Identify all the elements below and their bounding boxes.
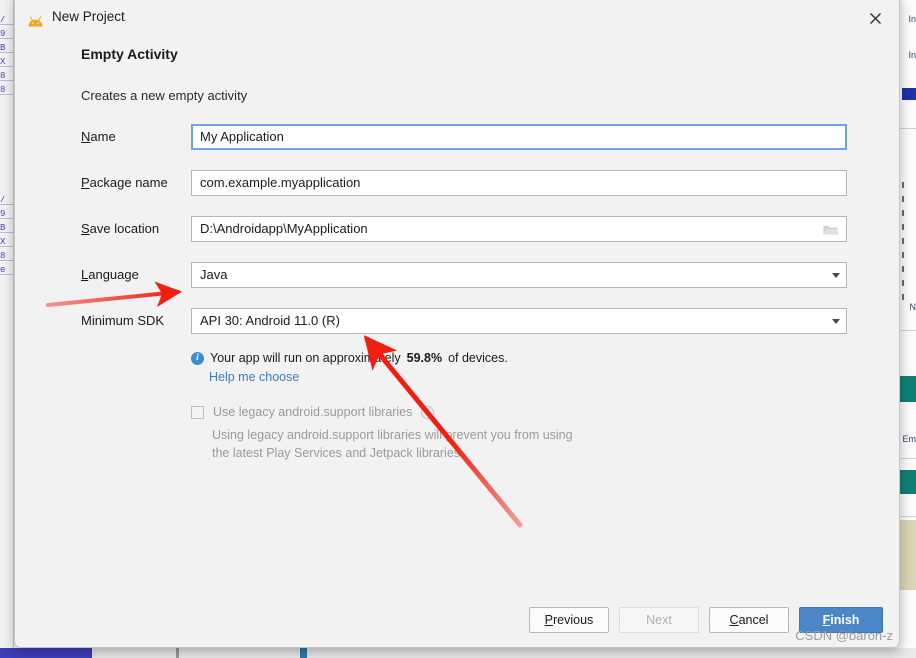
editor-gutter-line: 8 bbox=[0, 252, 13, 261]
dialog-title: New Project bbox=[52, 9, 125, 24]
background-color-block bbox=[902, 88, 916, 100]
minimum-sdk-dropdown[interactable]: API 30: Android 11.0 (R) bbox=[191, 308, 847, 334]
folder-browse-icon[interactable] bbox=[815, 218, 845, 241]
label-minimum-sdk: Minimum SDK bbox=[81, 313, 165, 328]
tab-marker-a bbox=[0, 648, 92, 658]
package-name-value: com.example.myapplication bbox=[200, 175, 361, 190]
info-text-after: of devices. bbox=[448, 351, 508, 365]
editor-gutter-line: X bbox=[0, 238, 13, 247]
editor-gutter-line: e bbox=[0, 266, 13, 275]
android-robot-icon bbox=[28, 16, 43, 27]
help-me-choose-link[interactable]: Help me choose bbox=[209, 370, 299, 384]
name-input[interactable]: My Application bbox=[191, 124, 847, 150]
device-coverage-info: i Your app will run on approximately 59.… bbox=[191, 351, 508, 365]
editor-gutter-line: B bbox=[0, 224, 13, 233]
background-dotted-line bbox=[902, 196, 904, 202]
tab-marker-c bbox=[300, 648, 307, 658]
info-icon: i bbox=[191, 351, 204, 365]
background-text-fragment: In bbox=[908, 50, 916, 60]
previous-button[interactable]: Previous bbox=[529, 607, 609, 633]
form-row-language: Language Java bbox=[81, 262, 847, 288]
page-title: Empty Activity bbox=[81, 46, 178, 62]
info-text-before: Your app will run on approximately bbox=[210, 351, 401, 365]
background-dotted-line bbox=[902, 182, 904, 188]
label-language: Language bbox=[81, 267, 139, 282]
use-legacy-libraries-label: Use legacy android.support libraries bbox=[213, 405, 413, 419]
dialog-titlebar: New Project bbox=[15, 1, 899, 31]
next-button: Next bbox=[619, 607, 699, 633]
background-dotted-line bbox=[902, 210, 904, 216]
close-icon[interactable] bbox=[859, 5, 891, 31]
help-circle-icon: ? bbox=[421, 405, 435, 419]
editor-gutter-line: / bbox=[0, 16, 13, 25]
use-legacy-libraries-row: Use legacy android.support libraries ? bbox=[191, 405, 435, 419]
background-dotted-line bbox=[902, 294, 904, 300]
editor-gutter bbox=[0, 0, 14, 658]
editor-gutter-line: 9 bbox=[0, 30, 13, 39]
form-row-minimum-sdk: Minimum SDK API 30: Android 11.0 (R) bbox=[81, 308, 847, 334]
background-dotted-line bbox=[902, 238, 904, 244]
minimum-sdk-value: API 30: Android 11.0 (R) bbox=[200, 313, 340, 328]
ide-status-strip bbox=[0, 648, 916, 658]
save-location-value: D:\Androidapp\MyApplication bbox=[200, 221, 368, 236]
background-dotted-line bbox=[902, 252, 904, 258]
chevron-down-icon[interactable] bbox=[832, 309, 840, 333]
name-value: My Application bbox=[200, 129, 284, 144]
editor-gutter-line: / bbox=[0, 196, 13, 205]
language-value: Java bbox=[200, 267, 228, 282]
dialog-footer: Previous Next Cancel Finish bbox=[15, 607, 899, 633]
label-save-location: Save location bbox=[81, 221, 160, 236]
page-subtitle: Creates a new empty activity bbox=[81, 88, 248, 103]
form-row-name: Name My Application bbox=[81, 124, 847, 150]
package-name-input[interactable]: com.example.myapplication bbox=[191, 170, 847, 196]
editor-gutter-line: 9 bbox=[0, 210, 13, 219]
label-package-name: Package name bbox=[81, 175, 168, 190]
use-legacy-libraries-description: Using legacy android.support libraries w… bbox=[212, 426, 632, 462]
editor-gutter-line: 8 bbox=[0, 86, 13, 95]
cancel-button[interactable]: Cancel bbox=[709, 607, 789, 633]
save-location-input[interactable]: D:\Androidapp\MyApplication bbox=[191, 216, 847, 242]
legacy-desc-line1: Using legacy android.support libraries w… bbox=[212, 428, 573, 442]
form-row-package-name: Package name com.example.myapplication bbox=[81, 170, 847, 196]
watermark: CSDN @baron-z bbox=[795, 628, 893, 643]
background-text-fragment: N bbox=[909, 302, 916, 312]
background-dotted-line bbox=[902, 266, 904, 272]
info-percent: 59.8% bbox=[406, 351, 443, 365]
legacy-desc-line2: the latest Play Services and Jetpack lib… bbox=[212, 446, 461, 460]
language-dropdown[interactable]: Java bbox=[191, 262, 847, 288]
background-text-fragment: In bbox=[908, 14, 916, 24]
editor-gutter-line: 8 bbox=[0, 72, 13, 81]
editor-gutter-line: X bbox=[0, 58, 13, 67]
background-dotted-line bbox=[902, 224, 904, 230]
background-dotted-line bbox=[902, 280, 904, 286]
tab-marker-b bbox=[176, 648, 179, 658]
form-row-save-location: Save location D:\Androidapp\MyApplication bbox=[81, 216, 847, 242]
editor-gutter-line: B bbox=[0, 44, 13, 53]
chevron-down-icon[interactable] bbox=[832, 263, 840, 287]
new-project-dialog: New Project Empty Activity Creates a new… bbox=[14, 0, 900, 648]
use-legacy-libraries-checkbox bbox=[191, 405, 204, 419]
background-text-fragment: Em bbox=[902, 434, 916, 444]
label-name: Name bbox=[81, 129, 116, 144]
